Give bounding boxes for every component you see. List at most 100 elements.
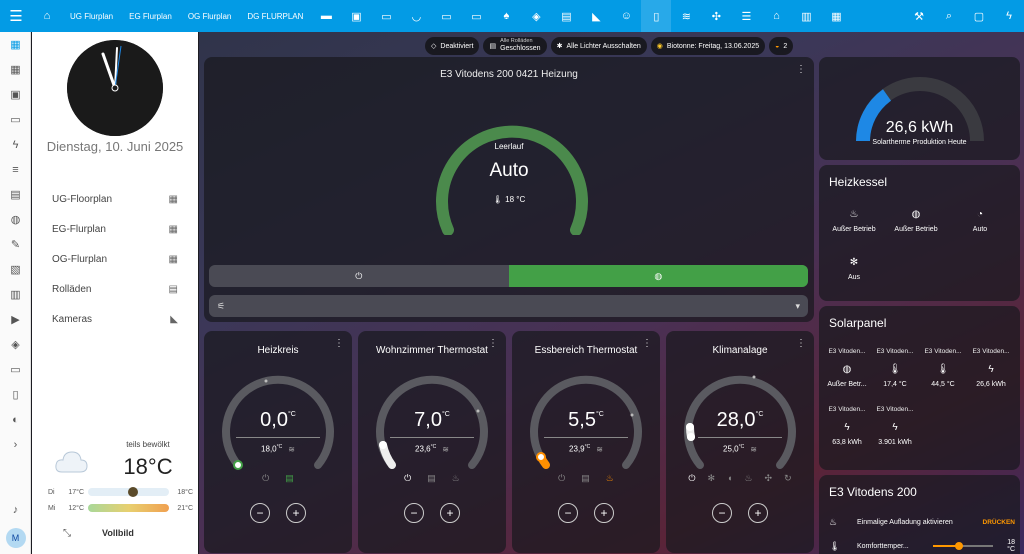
snowflake-icon[interactable]: ✻ <box>707 473 715 484</box>
dial-handle-low[interactable] <box>687 433 695 441</box>
fullscreen-row[interactable]: ⤡ Vollbild <box>32 522 198 544</box>
chat-icon[interactable]: ▢ <box>964 0 994 32</box>
minus-button[interactable]: − <box>558 503 578 523</box>
store-icon[interactable]: ▥ <box>0 282 31 307</box>
globe-icon[interactable]: ◍ <box>0 207 31 232</box>
nav-item-ug-floorplan[interactable]: UG-Floorplan ▦ <box>32 184 198 214</box>
water-icon[interactable]: ◖ <box>727 473 732 484</box>
trash-icon[interactable]: ▥ <box>791 0 821 32</box>
chip-biotonne[interactable]: ◉ Biotonne: Freitag, 13.06.2025 <box>650 37 766 55</box>
lamp-icon[interactable]: ♠ <box>491 0 521 32</box>
compass-icon[interactable]: ◐ <box>0 407 31 432</box>
more-icon[interactable]: ⋮ <box>796 65 806 75</box>
more-icon[interactable]: ⋮ <box>642 339 652 349</box>
slider-handle[interactable] <box>955 542 963 550</box>
heat-auto-icon[interactable]: ◍ <box>508 265 808 287</box>
bell-icon[interactable]: ♪ <box>0 497 31 522</box>
list-icon[interactable]: ≡ <box>0 157 31 182</box>
bathtub-icon[interactable]: ◡ <box>401 0 431 32</box>
garage-icon[interactable]: ▤ <box>551 0 581 32</box>
dashboard-icon[interactable]: ▦ <box>0 32 31 57</box>
sync-icon[interactable]: ↻ <box>784 473 792 484</box>
nav-item-rollaeden[interactable]: Rolläden ▤ <box>32 274 198 304</box>
chip-alarm[interactable]: ◇ Deaktiviert <box>425 37 480 55</box>
monitor-icon[interactable]: ▭ <box>0 107 31 132</box>
garage-door-icon[interactable]: ▦ <box>821 0 851 32</box>
solar-entity[interactable]: E3 Vitoden... 🌡 17,4 °C <box>871 348 919 388</box>
minus-button[interactable]: − <box>712 503 732 523</box>
tab-ug-flurplan[interactable]: UG Flurplan <box>62 0 121 32</box>
solar-entity[interactable]: E3 Vitoden... ◍ Außer Betr... <box>823 348 871 388</box>
elevator-icon[interactable]: ▯ <box>641 0 672 32</box>
calendar-icon[interactable]: ▤ <box>581 473 590 484</box>
chip-blinds[interactable]: ▤ Alle Rolläden Geschlossen <box>483 37 547 55</box>
play-icon[interactable]: ▶ <box>0 307 31 332</box>
server-icon[interactable]: ☰ <box>731 0 761 32</box>
avatar[interactable]: M <box>5 528 26 548</box>
heat-pump-icon[interactable]: ≋ <box>671 0 701 32</box>
solar-entity[interactable]: E3 Vitoden... ϟ 63,8 kWh <box>823 406 871 446</box>
tab-og-flurplan[interactable]: OG Flurplan <box>180 0 240 32</box>
plus-button[interactable]: + <box>748 503 768 523</box>
person-icon[interactable]: ☺ <box>611 0 641 32</box>
entity-gauge[interactable]: ◔ Auto <box>951 209 1009 233</box>
calendar-icon[interactable]: ▤ <box>0 182 31 207</box>
minus-button[interactable]: − <box>250 503 270 523</box>
house-icon[interactable]: ⌂ <box>761 0 791 32</box>
search-icon[interactable]: ⌕ <box>934 0 964 32</box>
more-icon[interactable]: ⋮ <box>488 339 498 349</box>
power-icon[interactable]: ⏻ <box>209 265 509 287</box>
more-icon[interactable]: ⋮ <box>796 339 806 349</box>
nav-item-kameras[interactable]: Kameras ◣ <box>32 304 198 334</box>
preset-select[interactable]: ⚟ ▾ <box>209 295 808 317</box>
tab-dg-flurplan[interactable]: DG FLURPLAN <box>239 0 311 32</box>
power-icon[interactable]: ⏻ <box>262 473 269 484</box>
fan-icon[interactable]: ✣ <box>765 473 773 484</box>
more-icon[interactable]: ⋮ <box>334 339 344 349</box>
contacts-icon[interactable]: ▣ <box>0 82 31 107</box>
entity-snowflake[interactable]: ✻ Aus <box>825 257 883 281</box>
fan-icon[interactable]: ✣ <box>701 0 731 32</box>
calendar-icon[interactable]: ▤ <box>427 473 436 484</box>
entity-flame[interactable]: ♨ Außer Betrieb <box>825 209 883 233</box>
gamepad-icon[interactable]: ◈ <box>521 0 551 32</box>
minus-button[interactable]: − <box>404 503 424 523</box>
lightning-icon[interactable]: ϟ <box>0 132 31 157</box>
plus-button[interactable]: + <box>594 503 614 523</box>
entity-heat-pump[interactable]: ◍ Außer Betrieb <box>887 209 945 233</box>
chevron-icon[interactable]: › <box>0 432 31 457</box>
nav-item-eg-flurplan[interactable]: EG-Flurplan ▦ <box>32 214 198 244</box>
chip-sun[interactable]: ◒ 2 <box>769 37 794 55</box>
dial-handle[interactable] <box>536 452 546 462</box>
tools-icon[interactable]: ⚒ <box>904 0 934 32</box>
chip-lights-off[interactable]: ✱ Alle Lichter Ausschalten <box>550 37 647 55</box>
dashboard-icon[interactable]: ▦ <box>0 57 31 82</box>
weather-card[interactable]: teils bewölkt 18°C Di 17°C 18°C Mi 12°C … <box>32 434 198 518</box>
solar-gauge-card[interactable]: 26,6 kWh Solartherme Produktion Heute <box>819 57 1020 160</box>
robot-vacuum-icon[interactable]: ◣ <box>581 0 611 32</box>
home-icon[interactable]: ⌂ <box>32 0 62 32</box>
plus-button[interactable]: + <box>440 503 460 523</box>
solar-entity[interactable]: E3 Vitoden... ϟ 26,6 kWh <box>967 348 1015 388</box>
wrench-icon[interactable]: ✎ <box>0 232 31 257</box>
calendar-icon[interactable]: ▤ <box>285 473 294 484</box>
fire-icon[interactable]: ♨ <box>744 473 752 484</box>
table-icon[interactable]: ▣ <box>341 0 371 32</box>
power-icon[interactable]: ⏻ <box>688 473 695 484</box>
solar-entity[interactable]: E3 Vitoden... 🌡 44,5 °C <box>919 348 967 388</box>
menu-icon[interactable]: ☰ <box>0 0 32 32</box>
clipboard-icon[interactable]: ▯ <box>0 382 31 407</box>
nav-item-og-flurplan[interactable]: OG-Flurplan ▦ <box>32 244 198 274</box>
press-button[interactable]: DRÜCKEN <box>983 519 1016 526</box>
bed-icon[interactable]: ▭ <box>371 0 401 32</box>
solar-entity[interactable]: E3 Vitoden... ϟ 3.901 kWh <box>871 406 919 446</box>
bed-icon[interactable]: ▭ <box>461 0 491 32</box>
dial-handle[interactable] <box>233 460 243 470</box>
fire-icon[interactable]: ♨ <box>452 473 460 484</box>
flash-icon[interactable]: ϟ <box>994 0 1024 32</box>
power-icon[interactable]: ⏻ <box>404 473 411 484</box>
power-icon[interactable]: ⏻ <box>558 473 565 484</box>
fire-icon[interactable]: ♨ <box>606 473 614 484</box>
gamepad-icon[interactable]: ◈ <box>0 332 31 357</box>
terminal-icon[interactable]: ▭ <box>0 357 31 382</box>
